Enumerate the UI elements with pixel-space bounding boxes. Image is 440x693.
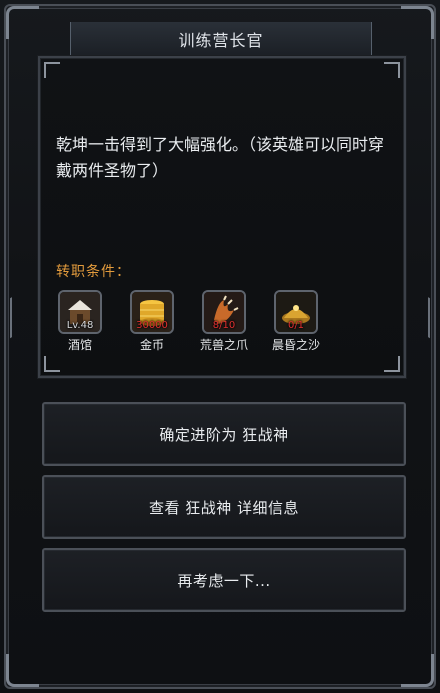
frame-side-ornament bbox=[428, 297, 438, 343]
view-details-button[interactable]: 查看 狂战神 详细信息 bbox=[42, 475, 406, 539]
panel-corner-ornament bbox=[44, 356, 60, 372]
requirement-item[interactable]: 8/10 荒兽之爪 bbox=[200, 290, 248, 353]
requirement-label: 晨昏之沙 bbox=[272, 338, 321, 352]
panel-corner-ornament bbox=[44, 62, 60, 78]
requirement-count: Lv.48 bbox=[66, 320, 94, 331]
requirement-item[interactable]: Lv.48 酒馆 bbox=[56, 290, 104, 353]
frame-corner-ornament bbox=[401, 6, 434, 39]
frame-corner-ornament bbox=[6, 654, 39, 687]
requirements-list: Lv.48 酒馆 30000 金币 8/10 荒兽之爪 0/1 晨昏之沙 bbox=[56, 290, 320, 353]
requirement-count: 0/1 bbox=[287, 320, 305, 331]
gold-coin-icon: 30000 bbox=[130, 290, 174, 334]
dialog-title-bar: 训练营长官 bbox=[70, 22, 372, 56]
requirement-item[interactable]: 0/1 晨昏之沙 bbox=[272, 290, 320, 353]
panel-corner-ornament bbox=[384, 356, 400, 372]
reconsider-label: 再考虑一下... bbox=[177, 571, 271, 590]
view-details-label: 查看 狂战神 详细信息 bbox=[148, 498, 300, 517]
frame-side-ornament bbox=[2, 297, 12, 343]
dialog-title: 训练营长官 bbox=[178, 31, 264, 50]
panel-corner-ornament bbox=[384, 62, 400, 78]
frame-corner-ornament bbox=[401, 654, 434, 687]
confirm-advance-button[interactable]: 确定进阶为 狂战神 bbox=[42, 402, 406, 466]
dusk-sand-icon: 0/1 bbox=[274, 290, 318, 334]
requirement-count: 30000 bbox=[136, 320, 168, 331]
confirm-advance-label: 确定进阶为 狂战神 bbox=[159, 425, 289, 444]
dialog-window: 训练营长官 乾坤一击得到了大幅强化。（该英雄可以同时穿戴两件圣物了） 转职条件：… bbox=[0, 0, 440, 693]
beast-claw-icon: 8/10 bbox=[202, 290, 246, 334]
reconsider-button[interactable]: 再考虑一下... bbox=[42, 548, 406, 612]
requirement-count: 8/10 bbox=[212, 320, 236, 331]
requirement-label: 金币 bbox=[139, 338, 164, 352]
tavern-icon: Lv.48 bbox=[58, 290, 102, 334]
requirements-title: 转职条件： bbox=[56, 264, 131, 280]
info-panel: 乾坤一击得到了大幅强化。（该英雄可以同时穿戴两件圣物了） 转职条件： Lv.48… bbox=[38, 56, 406, 378]
requirement-label: 酒馆 bbox=[67, 338, 92, 352]
requirement-label: 荒兽之爪 bbox=[200, 338, 249, 352]
frame-corner-ornament bbox=[6, 6, 39, 39]
upgrade-description: 乾坤一击得到了大幅强化。（该英雄可以同时穿戴两件圣物了） bbox=[56, 135, 385, 180]
requirement-item[interactable]: 30000 金币 bbox=[128, 290, 176, 353]
